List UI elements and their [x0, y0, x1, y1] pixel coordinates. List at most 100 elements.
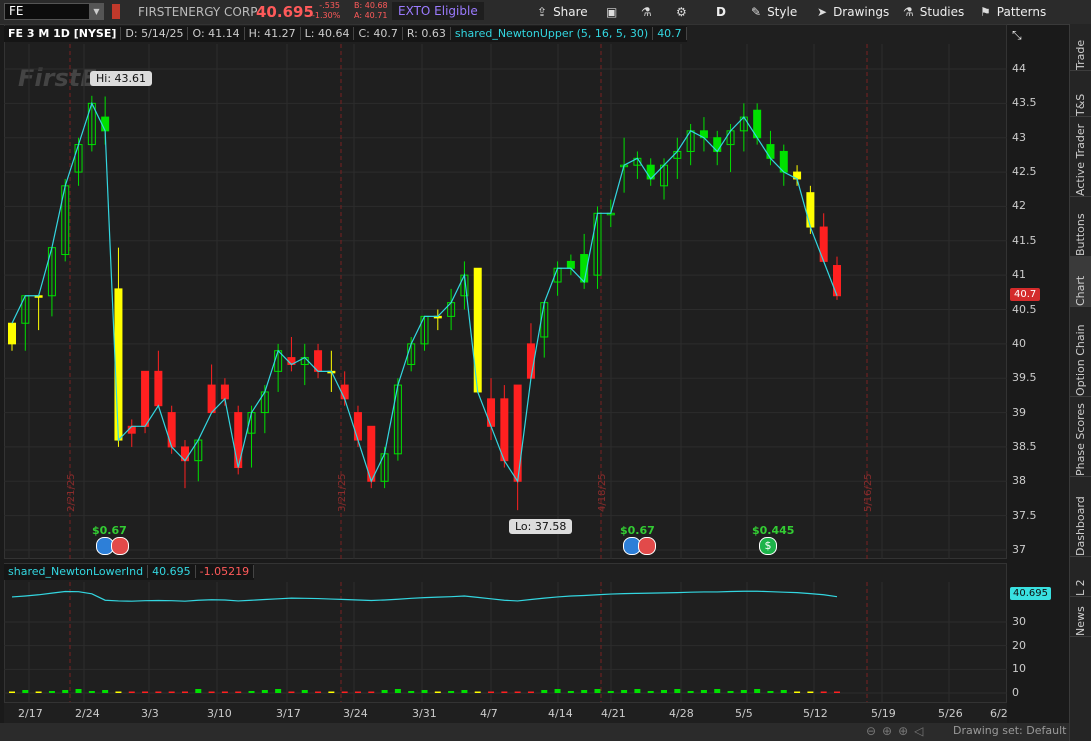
patterns-icon: ⚑: [980, 5, 991, 19]
studies-button[interactable]: ⚗ Studies: [903, 2, 964, 22]
share-button[interactable]: ⇪ Share: [537, 2, 588, 22]
sidebar-tab-chart[interactable]: Chart: [1069, 256, 1091, 306]
histogram-bar: [354, 691, 361, 693]
histogram-bar: [48, 691, 55, 693]
histogram-bar: [834, 691, 840, 693]
lower-indicator-tag: 40.695: [1010, 587, 1051, 600]
ask-value: A: 40.71: [354, 11, 388, 20]
sidebar-separator: [1070, 70, 1091, 71]
low-callout: Lo: 37.58: [509, 519, 573, 534]
date-axis-label: 2/17: [18, 707, 43, 720]
date-axis-label: 3/10: [207, 707, 232, 720]
lower-axis-label: 0: [1012, 686, 1019, 699]
symbol-dropdown-icon[interactable]: ▼: [89, 3, 104, 20]
share-icon: ⇪: [537, 5, 548, 19]
settings-button[interactable]: ⚙: [676, 2, 693, 22]
sidebar-tab-buttons[interactable]: Buttons: [1069, 196, 1091, 256]
price-axis-label: 42: [1012, 199, 1026, 213]
price-axis-label: 42.5: [1012, 165, 1037, 179]
histogram-bar: [341, 691, 348, 693]
date-axis-label: 3/17: [276, 707, 301, 720]
dividend-label: $0.67: [620, 524, 655, 537]
last-price: 40.695: [256, 3, 314, 21]
histogram-bar: [9, 691, 15, 693]
date-axis-label: 5/19: [871, 707, 896, 720]
flag-icon[interactable]: [112, 4, 120, 19]
date-axis-label: 3/31: [412, 707, 437, 720]
sidebar-tab-label: Phase Scores: [1074, 403, 1087, 476]
drawings-button[interactable]: ➤ Drawings: [817, 2, 889, 22]
candle-body: [220, 384, 229, 400]
histogram-bar: [181, 691, 188, 693]
sidebar-tab-t-s[interactable]: T&S: [1069, 76, 1091, 116]
chart-expand-icon[interactable]: ⤡: [1012, 25, 1022, 45]
candle-body: [207, 384, 216, 414]
histogram-bar: [328, 691, 335, 693]
candle-body: [8, 322, 16, 345]
date-axis-label: 3/3: [141, 707, 159, 720]
aggregation-button[interactable]: D: [716, 2, 726, 22]
histogram-bar: [35, 691, 42, 693]
histogram-bar: [248, 691, 255, 693]
sidebar-tab-label: Dashboard: [1074, 496, 1087, 556]
histogram-bar: [142, 691, 149, 693]
histogram-bar: [727, 691, 734, 693]
candle-body: [141, 370, 150, 427]
histogram-bar: [235, 691, 242, 693]
chart-range: R: 0.63: [402, 27, 451, 40]
sidebar-tab-label: Trade: [1074, 39, 1087, 70]
snapshot-button[interactable]: ▣: [606, 2, 623, 22]
patterns-label: Patterns: [996, 5, 1047, 19]
lower-axis-label: 10: [1012, 662, 1026, 676]
histogram-bar: [62, 690, 69, 693]
sidebar-tab-dashboard[interactable]: Dashboard: [1069, 476, 1091, 556]
sidebar-tab-news[interactable]: News: [1069, 596, 1091, 636]
histogram-bar: [674, 689, 681, 693]
histogram-bar: [102, 690, 109, 693]
sidebar-tab-trade[interactable]: Trade: [1069, 26, 1091, 70]
price-axis-label: 37: [1012, 543, 1026, 556]
sidebar-tab-phase-scores[interactable]: Phase Scores: [1069, 396, 1091, 476]
chart-open: O: 41.14: [188, 27, 245, 40]
chart-date: D: 5/14/25: [121, 27, 189, 40]
price-axis-label: 38.5: [1012, 439, 1037, 453]
date-axis-label: 5/26: [938, 707, 963, 720]
histogram-bar: [168, 691, 175, 693]
dividend-icon[interactable]: [111, 537, 129, 555]
sidebar-tab-option-chain[interactable]: Option Chain: [1069, 306, 1091, 396]
study-label[interactable]: shared_NewtonUpper (5, 16, 5, 30): [450, 27, 654, 40]
sidebar-tab-label: T&S: [1074, 93, 1087, 116]
drawing-set-label[interactable]: Drawing set: Default: [953, 724, 1066, 737]
histogram-bar: [700, 690, 707, 693]
histogram-bar: [767, 691, 774, 693]
sidebar-tab-l-2[interactable]: L 2: [1069, 556, 1091, 596]
date-axis-label: 3/24: [343, 707, 368, 720]
camera-icon: ▣: [606, 5, 618, 19]
style-label: Style: [767, 5, 798, 19]
histogram-bar: [714, 689, 721, 693]
zoom-controls[interactable]: ⊖⊕⊕◁: [866, 724, 929, 738]
histogram-bar: [647, 691, 654, 693]
histogram-bar: [221, 691, 228, 693]
lab-button[interactable]: ⚗: [641, 2, 658, 22]
style-button[interactable]: ✎ Style: [751, 2, 797, 22]
change-pct: -1.30%: [312, 11, 341, 20]
candle-body: [154, 370, 163, 407]
dividend-icon[interactable]: [638, 537, 656, 555]
price-axis-label: 43: [1012, 130, 1026, 144]
histogram-bar: [448, 691, 455, 693]
histogram-bar: [594, 689, 601, 693]
candle-body: [340, 384, 349, 400]
histogram-bar: [687, 691, 694, 693]
histogram-bar: [155, 691, 162, 693]
candle-body: [766, 144, 775, 159]
expiration-label: 3/21/25: [337, 473, 348, 512]
lower-study-label[interactable]: shared_NewtonLowerInd: [4, 565, 149, 578]
sidebar-tab-active-trader[interactable]: Active Trader: [1069, 116, 1091, 196]
exto-eligible-badge[interactable]: EXTO Eligible: [392, 2, 484, 20]
patterns-button[interactable]: ⚑ Patterns: [980, 2, 1046, 22]
study-value: 40.7: [653, 27, 687, 40]
histogram-bar: [607, 691, 614, 693]
dividend-dollar-icon[interactable]: $: [759, 537, 777, 555]
candle-body: [167, 412, 176, 448]
